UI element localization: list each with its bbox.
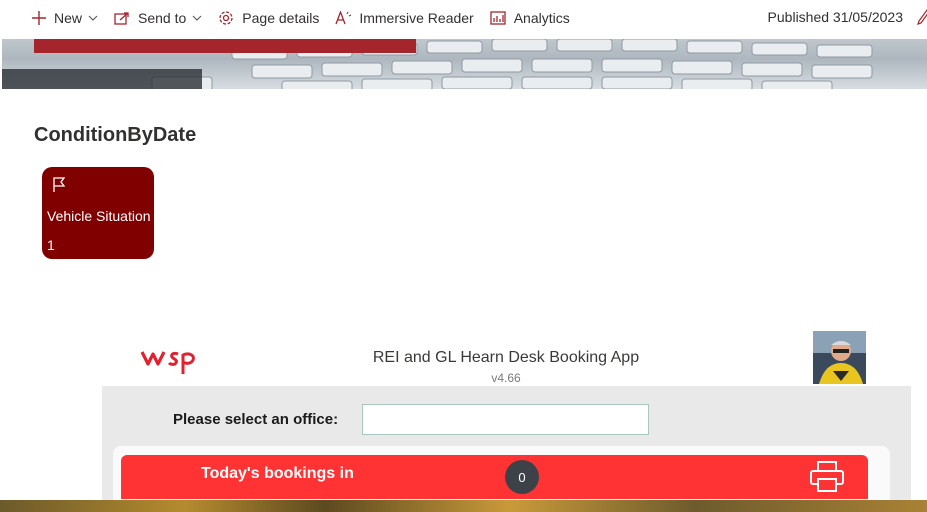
new-button[interactable]: New bbox=[0, 0, 106, 36]
hero-banner bbox=[2, 39, 927, 89]
new-label: New bbox=[54, 10, 83, 26]
immersive-reader-button[interactable]: Immersive Reader bbox=[327, 0, 481, 36]
wsp-logo bbox=[140, 346, 198, 381]
gear-icon bbox=[219, 11, 233, 25]
analytics-button[interactable]: Analytics bbox=[482, 0, 578, 36]
chart-icon bbox=[490, 11, 506, 25]
chevron-down-icon bbox=[88, 15, 98, 21]
section-title: ConditionByDate bbox=[34, 124, 197, 146]
chevron-down-icon bbox=[192, 15, 202, 21]
plus-icon bbox=[32, 11, 46, 25]
tile-label: Vehicle Situation bbox=[47, 208, 151, 224]
analytics-label: Analytics bbox=[513, 10, 570, 26]
page-details-label: Page details bbox=[242, 10, 320, 26]
pencil-icon[interactable] bbox=[917, 9, 927, 25]
bookings-count-badge: 0 bbox=[505, 460, 539, 494]
command-bar: New Send to Page details Immersive Reade… bbox=[0, 0, 927, 36]
share-icon bbox=[114, 12, 129, 25]
published-date: Published 31/05/2023 bbox=[767, 9, 903, 25]
page-details-button[interactable]: Page details bbox=[210, 0, 327, 36]
tile-count: 1 bbox=[47, 237, 55, 253]
avatar[interactable] bbox=[813, 331, 866, 384]
app-title: REI and GL Hearn Desk Booking App bbox=[372, 349, 640, 366]
flag-icon bbox=[53, 177, 66, 192]
send-to-label: Send to bbox=[138, 10, 187, 26]
office-select-label: Please select an office: bbox=[173, 411, 339, 428]
immersive-reader-label: Immersive Reader bbox=[359, 10, 474, 26]
bookings-count: 0 bbox=[518, 469, 526, 485]
vehicle-situation-tile[interactable]: Vehicle Situation 1 bbox=[42, 167, 154, 259]
send-to-button[interactable]: Send to bbox=[106, 0, 210, 36]
todays-bookings-label: Today's bookings in bbox=[201, 465, 354, 482]
office-select-input[interactable] bbox=[362, 404, 649, 435]
background-image-strip bbox=[0, 500, 927, 512]
printer-icon[interactable] bbox=[809, 461, 845, 493]
reader-icon bbox=[335, 11, 352, 25]
app-version: v4.66 bbox=[491, 371, 521, 385]
banner-accent-bar bbox=[34, 39, 416, 53]
